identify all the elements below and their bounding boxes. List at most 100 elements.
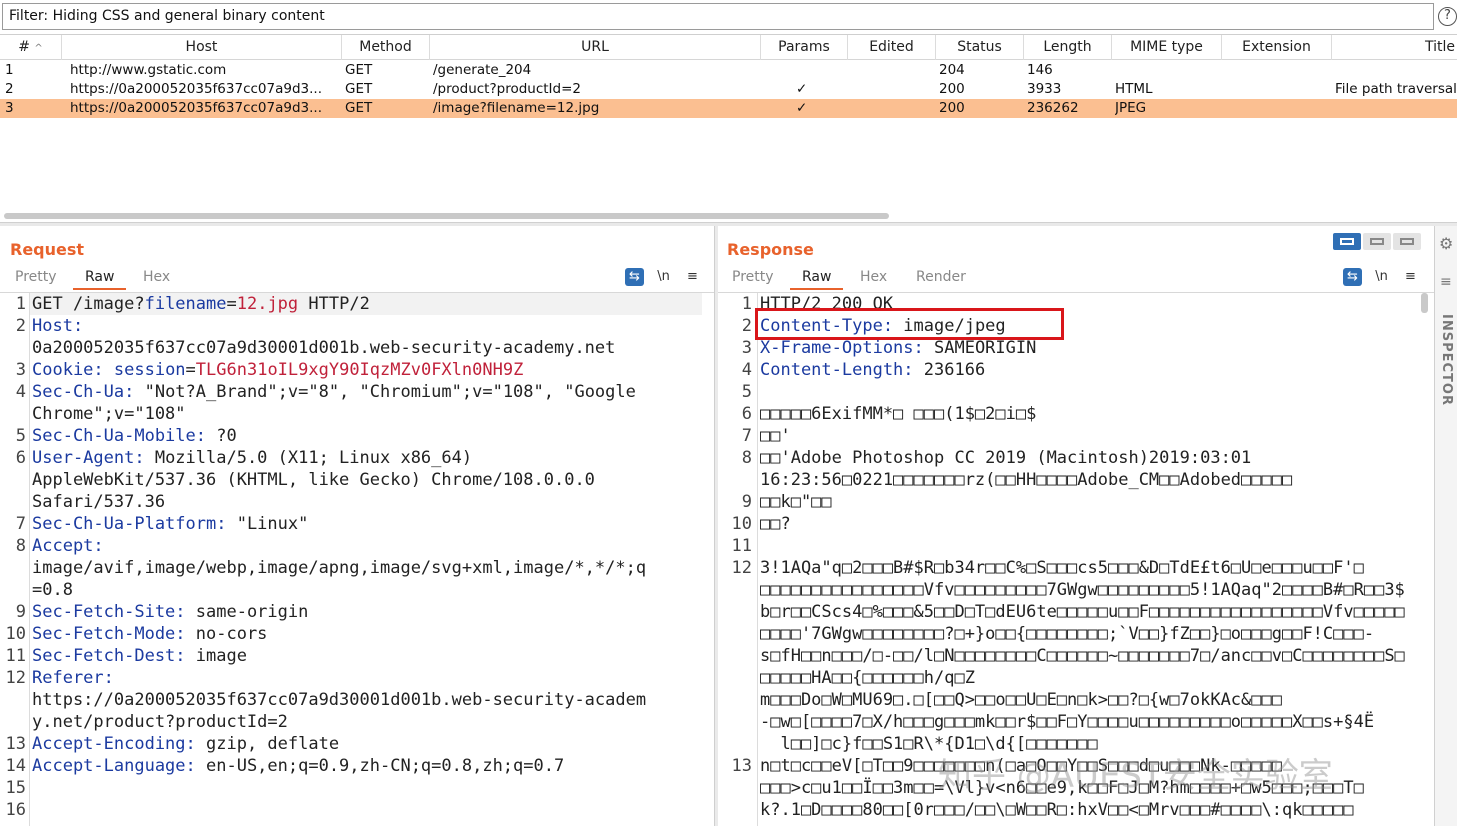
inspector-label[interactable]: INSPECTOR: [1439, 314, 1454, 406]
table-row[interactable]: 1 http://www.gstatic.com GET /generate_2…: [0, 61, 1457, 80]
cell-url: /image?filename=12.jpg: [433, 100, 600, 116]
binary-line: □□□□□HA□□{□□□□□□h/q□Z: [760, 668, 975, 688]
line-number: 4: [741, 360, 752, 380]
column-header-edited[interactable]: Edited: [848, 35, 936, 60]
table-row-selected[interactable]: 3 https://0a200052035f637cc07a9d3... GET…: [0, 99, 1457, 118]
line-number: 5: [741, 382, 752, 402]
cell-params: ✓: [796, 100, 808, 116]
column-header-method[interactable]: Method: [342, 35, 430, 60]
cell-url: /product?productId=2: [433, 81, 582, 97]
column-header-extension[interactable]: Extension: [1222, 35, 1332, 60]
cell-params: ✓: [796, 81, 808, 97]
show-newlines-icon[interactable]: \n: [1372, 268, 1391, 286]
tab-hex[interactable]: Hex: [143, 266, 170, 290]
line-gutter: [757, 293, 758, 826]
cell-mime: [1115, 61, 1215, 80]
binary-line: -□w□[□□□□7□X/h□□□g□□□mk□□r$□□F□Y□□□□u□□□…: [760, 712, 1375, 732]
cell-title: File path traversal,: [1335, 81, 1457, 97]
tab-render[interactable]: Render: [916, 266, 966, 290]
request-title: Request: [10, 240, 85, 259]
menu-icon[interactable]: ≡: [683, 268, 702, 286]
request-panel: Request Pretty Raw Hex ⇆ \n ≡ 1 2 3 4 5 …: [0, 226, 714, 826]
line-number: 5: [15, 426, 26, 446]
tab-raw[interactable]: Raw: [790, 266, 844, 290]
cell-number: 3: [5, 100, 14, 116]
binary-line: m□□□Do□W□MU69□.□[□□Q>□□o□□U□E□n□k>□□?□{w…: [760, 690, 1282, 710]
column-header-mime[interactable]: MIME type: [1112, 35, 1222, 60]
menu-icon[interactable]: ≡: [1401, 268, 1420, 286]
column-header-number[interactable]: # ^: [0, 35, 62, 60]
header-accept-value-cont: =0.8: [32, 580, 73, 600]
list-icon[interactable]: ≡: [1440, 274, 1452, 290]
filter-input[interactable]: Filter: Hiding CSS and general binary co…: [2, 3, 1434, 30]
line-number: 3: [741, 338, 752, 358]
binary-line: 3!1AQa"q□2□□□B#$R□b34r□□C%□S□□□cs5□□□&D□…: [760, 558, 1364, 578]
column-header-host[interactable]: Host: [62, 35, 342, 60]
column-header-url[interactable]: URL: [430, 35, 761, 60]
http-history-table: # ^ Host Method URL Params Edited Status…: [0, 34, 1457, 222]
cell-host: http://www.gstatic.com: [70, 62, 227, 78]
tab-raw[interactable]: Raw: [73, 266, 127, 290]
response-vertical-scrollbar[interactable]: [1421, 293, 1428, 313]
binary-line: k?.1□D□□□□80□□[0r□□□/□□\□W□□R□:hxV□□<□Mr…: [760, 800, 1354, 820]
column-header-status[interactable]: Status: [936, 35, 1024, 60]
header-sec-ch-ua-cont: Chrome";v="108": [32, 404, 186, 424]
header-host-value: 0a200052035f637cc07a9d30001d001b.web-sec…: [32, 338, 616, 358]
layout-stacked-icon[interactable]: [1363, 233, 1391, 250]
header-platform: Sec-Ch-Ua-Platform: "Linux": [32, 514, 309, 534]
header-fetch-dest: Sec-Fetch-Dest: image: [32, 646, 247, 666]
tab-pretty[interactable]: Pretty: [15, 266, 57, 290]
cell-length: 146: [1027, 62, 1053, 78]
line-number: 1: [741, 294, 752, 314]
column-header-title[interactable]: Title: [1332, 35, 1457, 60]
wrap-lines-icon[interactable]: ⇆: [625, 268, 644, 286]
binary-line: □□□□□□□□□□□□□□□□□□□□□□□□□□□□□□□□□□□□□□□□…: [760, 821, 1323, 826]
help-icon[interactable]: ?: [1438, 7, 1457, 26]
column-header-length[interactable]: Length: [1024, 35, 1112, 60]
header-user-agent-cont: AppleWebKit/537.36 (KHTML, like Gecko) C…: [32, 470, 595, 490]
content-type-highlight-box: [755, 308, 1064, 340]
layout-tabs-icon[interactable]: [1393, 233, 1421, 250]
cell-status: 200: [939, 100, 965, 116]
gear-icon[interactable]: ⚙: [1439, 234, 1453, 253]
inspector-sidebar[interactable]: ⚙ ≡ INSPECTOR: [1434, 226, 1457, 826]
line-number: 9: [15, 602, 26, 622]
line-number: 3: [15, 360, 26, 380]
cell-host: https://0a200052035f637cc07a9d3...: [70, 81, 322, 97]
cell-title: [1335, 99, 1457, 118]
cell-number: 2: [5, 81, 14, 97]
column-header-params[interactable]: Params: [761, 35, 848, 60]
binary-line: □□□□'7GWgw□□□□□□□□?□+}o□□{□□□□□□□□;`V□□}…: [760, 624, 1375, 644]
request-line: GET /image?filename=12.jpg HTTP/2: [32, 294, 370, 314]
header-user-agent-cont: Safari/537.36: [32, 492, 166, 512]
wrap-lines-icon[interactable]: ⇆: [1343, 268, 1362, 286]
layout-side-by-side-icon[interactable]: [1333, 233, 1361, 250]
header-host: Host:: [32, 316, 84, 336]
tab-hex[interactable]: Hex: [860, 266, 887, 290]
binary-line: s□fH□□n□□□/□-□□/l□N□□□□□□□□C□□□□□□~□□□□□…: [760, 646, 1405, 666]
header-x-frame-options: X-Frame-Options: SAMEORIGIN: [760, 338, 1037, 358]
header-referer: Referer:: [32, 668, 114, 688]
line-number: 16: [5, 800, 26, 820]
line-number: 8: [15, 536, 26, 556]
filter-bar: Filter: Hiding CSS and general binary co…: [0, 0, 1457, 34]
cell-url: /generate_204: [433, 62, 532, 78]
cell-host: https://0a200052035f637cc07a9d3...: [70, 100, 322, 116]
line-number: 2: [741, 316, 752, 336]
line-number: 2: [15, 316, 26, 336]
line-number: 9: [741, 492, 752, 512]
table-row[interactable]: 2 https://0a200052035f637cc07a9d3... GET…: [0, 80, 1457, 99]
show-newlines-icon[interactable]: \n: [654, 268, 673, 286]
cell-params: [796, 61, 816, 80]
binary-line: □□': [760, 426, 791, 446]
cell-length: 236262: [1027, 100, 1079, 116]
watermark: 知乎 @AUEST安全实验室: [938, 756, 1333, 796]
line-number: 6: [741, 404, 752, 424]
line-number: 10: [5, 624, 26, 644]
cell-method: GET: [345, 81, 373, 97]
header-sec-ch-ua: Sec-Ch-Ua: "Not?A_Brand";v="8", "Chromiu…: [32, 382, 636, 402]
line-number: 6: [15, 448, 26, 468]
table-horizontal-scrollbar[interactable]: [4, 213, 889, 219]
binary-line: □□□□□□□□□□□□□□□□Vfv□□□□□□□□□7GWgw□□□□□□□…: [760, 580, 1405, 600]
tab-pretty[interactable]: Pretty: [732, 266, 774, 290]
